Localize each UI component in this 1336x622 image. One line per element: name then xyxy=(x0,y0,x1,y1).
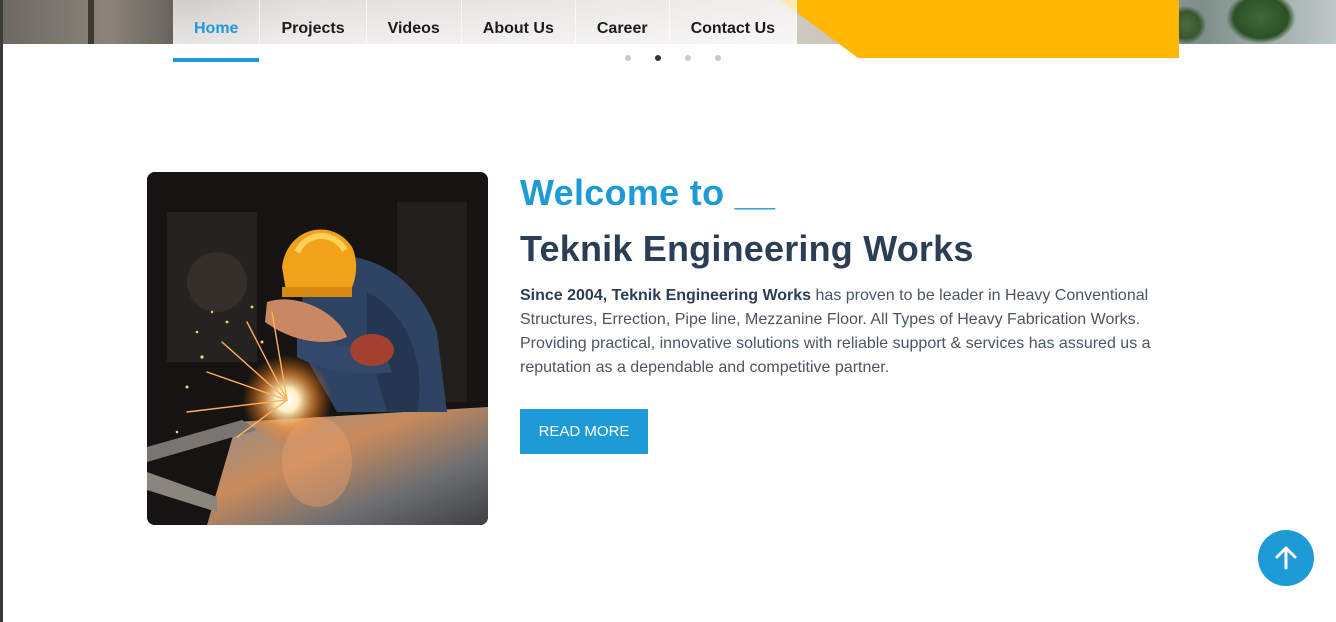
scroll-to-top-button[interactable] xyxy=(1258,530,1314,586)
nav-label: Projects xyxy=(281,20,345,37)
slider-dot-active[interactable] xyxy=(655,55,661,61)
yellow-accent-band xyxy=(780,0,1179,58)
nav-label: Contact Us xyxy=(690,20,776,37)
nav-label: Home xyxy=(194,20,239,37)
welder-photo xyxy=(147,172,488,525)
description-bold: Since 2004, Teknik Engineering Works xyxy=(520,287,812,304)
company-title: Teknik Engineering Works xyxy=(520,228,974,269)
left-edge xyxy=(0,0,3,622)
slider-dot[interactable] xyxy=(625,55,631,61)
nav-item-contact-us[interactable]: Contact Us xyxy=(669,0,798,58)
nav-item-about-us[interactable]: About Us xyxy=(461,0,576,58)
read-more-button[interactable]: READ MORE xyxy=(520,409,648,454)
nav-item-home[interactable]: Home xyxy=(173,0,261,62)
nav-label: About Us xyxy=(482,20,554,37)
hero-tree xyxy=(1226,0,1296,44)
nav-label: Career xyxy=(596,20,648,37)
arrow-up-icon xyxy=(1275,546,1297,570)
hero-pole xyxy=(88,0,94,44)
nav-label: Videos xyxy=(387,20,440,37)
slider-dot[interactable] xyxy=(715,55,721,61)
company-description: Since 2004, Teknik Engineering Works has… xyxy=(520,284,1210,380)
welcome-heading: Welcome to __ xyxy=(520,172,776,213)
main-navigation: Home Projects Videos About Us Career Con… xyxy=(173,0,798,62)
nav-item-projects[interactable]: Projects xyxy=(260,0,367,58)
nav-item-videos[interactable]: Videos xyxy=(366,0,462,58)
slider-dot[interactable] xyxy=(685,55,691,61)
welder-illustration xyxy=(147,172,488,525)
slider-dots xyxy=(625,55,721,61)
nav-item-career[interactable]: Career xyxy=(575,0,670,58)
